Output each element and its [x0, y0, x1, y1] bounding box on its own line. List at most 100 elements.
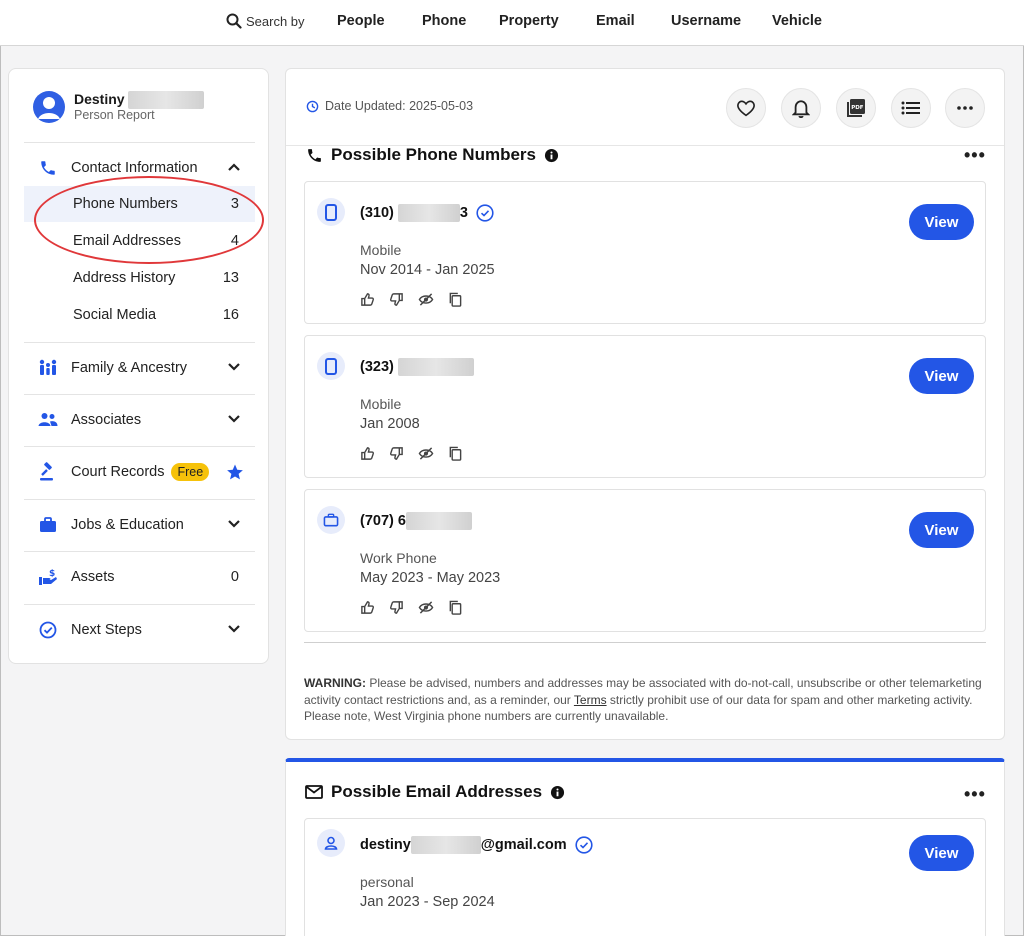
associates-icon [37, 409, 59, 431]
view-button[interactable]: View [909, 835, 974, 871]
more-horizontal-icon [957, 106, 973, 110]
sidebar-item-count: 4 [230, 233, 239, 249]
sidebar-item-associates[interactable]: Associates [24, 400, 255, 440]
phone-type: Mobile [360, 242, 402, 258]
chevron-down-icon [228, 363, 240, 371]
history-icon [306, 100, 319, 112]
avatar [33, 91, 65, 123]
svg-text:$: $ [49, 569, 55, 579]
free-badge: Free [171, 463, 210, 481]
nav-phone[interactable]: Phone [422, 13, 466, 29]
sidebar-item-label: Email Addresses [73, 233, 181, 249]
thumbs-up-icon[interactable] [360, 292, 375, 307]
view-button[interactable]: View [909, 358, 974, 394]
terms-link[interactable]: Terms [574, 693, 607, 707]
phone-dates: May 2023 - May 2023 [360, 570, 501, 586]
check-circle-icon [37, 619, 59, 641]
phone-number: (707) 6 [360, 512, 472, 530]
sidebar-item-label: Court Records [71, 464, 165, 480]
verified-icon [575, 836, 593, 854]
phone-section-menu[interactable]: ••• [964, 145, 986, 166]
nav-email[interactable]: Email [596, 13, 635, 29]
sidebar-item-label: Assets [71, 569, 115, 585]
thumbs-down-icon[interactable] [389, 292, 404, 307]
sidebar-item-court-records[interactable]: Court Records Free [24, 452, 255, 492]
divider [24, 551, 255, 552]
thumbs-down-icon[interactable] [389, 446, 404, 461]
phone-dates: Nov 2014 - Jan 2025 [360, 262, 495, 278]
top-nav: Search by People Phone Property Email Us… [0, 0, 1024, 46]
chevron-down-icon [228, 625, 240, 633]
more-options-button[interactable] [945, 88, 985, 128]
nav-username[interactable]: Username [671, 13, 741, 29]
pdf-button[interactable]: PDF [836, 88, 876, 128]
sidebar: Destiny Person Report Contact Informatio… [8, 68, 269, 664]
sidebar-item-label: Associates [71, 412, 142, 428]
email-addresses-panel: Possible Email Addresses ••• destiny @gma… [285, 758, 1005, 936]
thumbs-down-icon[interactable] [389, 600, 404, 615]
phone-number: (310) 3 [360, 204, 494, 222]
mail-icon [305, 785, 323, 799]
phone-numbers-panel: Date Updated: 2025-05-03 PDF Possible Ph… [285, 68, 1005, 740]
divider [24, 499, 255, 500]
email-card: destiny @gmail.com personal Jan 2023 - Se… [304, 818, 986, 936]
hide-icon[interactable] [418, 446, 434, 461]
warning-text: WARNING: Please be advised, numbers and … [304, 676, 982, 723]
sidebar-item-contact-information[interactable]: Contact Information [24, 148, 255, 188]
email-type: personal [360, 874, 414, 890]
briefcase-icon [317, 506, 345, 534]
star-icon[interactable] [226, 463, 244, 481]
info-icon[interactable] [544, 148, 559, 163]
view-button[interactable]: View [909, 512, 974, 548]
sidebar-item-social-media[interactable]: Social Media 16 [24, 297, 255, 333]
view-button[interactable]: View [909, 204, 974, 240]
nav-property[interactable]: Property [499, 13, 559, 29]
sidebar-item-next-steps[interactable]: Next Steps [24, 610, 255, 650]
phone-card: (323) Mobile Jan 2008 View [304, 335, 986, 478]
mobile-phone-icon [317, 352, 345, 380]
email-section-menu[interactable]: ••• [964, 784, 986, 805]
person-name: Destiny [74, 91, 205, 110]
person-report-label: Person Report [74, 108, 155, 122]
alerts-button[interactable] [781, 88, 821, 128]
sidebar-item-assets[interactable]: $ Assets 0 [24, 557, 255, 597]
list-icon [901, 101, 920, 115]
nav-people[interactable]: People [337, 13, 385, 29]
phone-type: Work Phone [360, 550, 437, 566]
list-button[interactable] [891, 88, 931, 128]
copy-icon[interactable] [448, 292, 462, 307]
email-dates: Jan 2023 - Sep 2024 [360, 894, 495, 910]
hide-icon[interactable] [418, 600, 434, 615]
favorite-button[interactable] [726, 88, 766, 128]
sidebar-item-label: Jobs & Education [71, 517, 184, 533]
sidebar-item-count: 16 [222, 307, 239, 323]
sidebar-item-label: Social Media [73, 307, 157, 323]
copy-icon[interactable] [448, 600, 462, 615]
hide-icon[interactable] [418, 292, 434, 307]
heart-icon [737, 100, 755, 117]
thumbs-up-icon[interactable] [360, 600, 375, 615]
email-section-title: Possible Email Addresses [305, 782, 565, 802]
phone-card: (707) 6 Work Phone May 2023 - May 2023 V… [304, 489, 986, 632]
thumbs-up-icon[interactable] [360, 446, 375, 461]
sidebar-item-jobs-education[interactable]: Jobs & Education [24, 505, 255, 545]
sidebar-item-email-addresses[interactable]: Email Addresses 4 [24, 223, 255, 259]
nav-vehicle[interactable]: Vehicle [772, 13, 822, 29]
search-icon [226, 13, 242, 29]
sidebar-item-address-history[interactable]: Address History 13 [24, 260, 255, 296]
sidebar-item-count: 13 [222, 270, 239, 286]
divider [24, 604, 255, 605]
chevron-down-icon [228, 415, 240, 423]
copy-icon[interactable] [448, 446, 462, 461]
svg-text:PDF: PDF [851, 105, 864, 111]
info-icon[interactable] [550, 785, 565, 800]
bell-icon [792, 100, 810, 118]
divider [24, 342, 255, 343]
divider [24, 394, 255, 395]
gavel-icon [37, 461, 59, 483]
search-by[interactable]: Search by [226, 13, 305, 29]
phone-icon [37, 157, 59, 179]
sidebar-item-family-ancestry[interactable]: Family & Ancestry [24, 348, 255, 388]
phone-type: Mobile [360, 396, 402, 412]
sidebar-item-phone-numbers[interactable]: Phone Numbers 3 [24, 186, 255, 222]
